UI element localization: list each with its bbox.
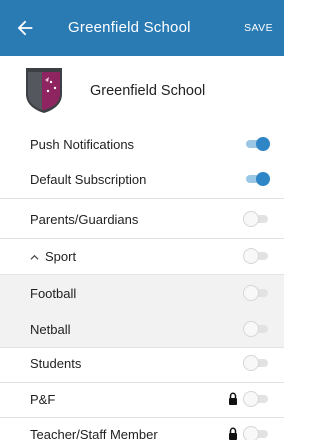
school-name: Greenfield School [90,83,206,99]
group-row-teacher-staff: Teacher/Staff Member [0,416,284,440]
group-row-sport[interactable]: Sport [0,238,284,274]
school-header: Greenfield School [0,56,284,126]
school-crest-logo [26,68,62,113]
chevron-up-icon[interactable] [30,253,39,262]
group-row-pf: P&F [0,381,284,417]
group-label: Teacher/Staff Member [30,426,158,440]
push-notifications-label: Push Notifications [30,136,135,152]
app-bar-title: Greenfield School [68,19,191,36]
group-label: P&F [30,391,56,407]
parents-guardians-toggle[interactable] [244,212,270,226]
subgroup-row-netball: Netball [0,311,284,347]
pf-toggle[interactable] [244,392,270,406]
save-button[interactable]: SAVE [244,22,273,34]
default-subscription-label: Default Subscription [30,171,147,187]
lock-icon [229,427,237,440]
default-subscription-row: Default Subscription [0,161,284,197]
push-notifications-toggle[interactable] [244,137,270,151]
arrow-left-icon[interactable] [14,17,36,39]
netball-toggle[interactable] [244,322,270,336]
group-row-parents-guardians: Parents/Guardians [0,201,284,237]
group-label: Parents/Guardians [30,211,139,227]
football-toggle[interactable] [244,286,270,300]
default-subscription-toggle[interactable] [244,172,270,186]
group-row-students: Students [0,345,284,381]
subgroup-label: Football [30,285,77,301]
app-bar: Greenfield School SAVE [0,0,284,56]
lock-icon [229,392,237,405]
subgroup-row-football: Football [0,275,284,311]
push-notifications-row: Push Notifications [0,126,284,162]
divider [0,198,284,199]
subgroup-label: Netball [30,321,71,337]
sport-toggle[interactable] [244,249,270,263]
group-label: Students [30,355,82,371]
students-toggle[interactable] [244,356,270,370]
group-label: Sport [45,248,77,264]
teacher-staff-toggle[interactable] [244,427,270,440]
